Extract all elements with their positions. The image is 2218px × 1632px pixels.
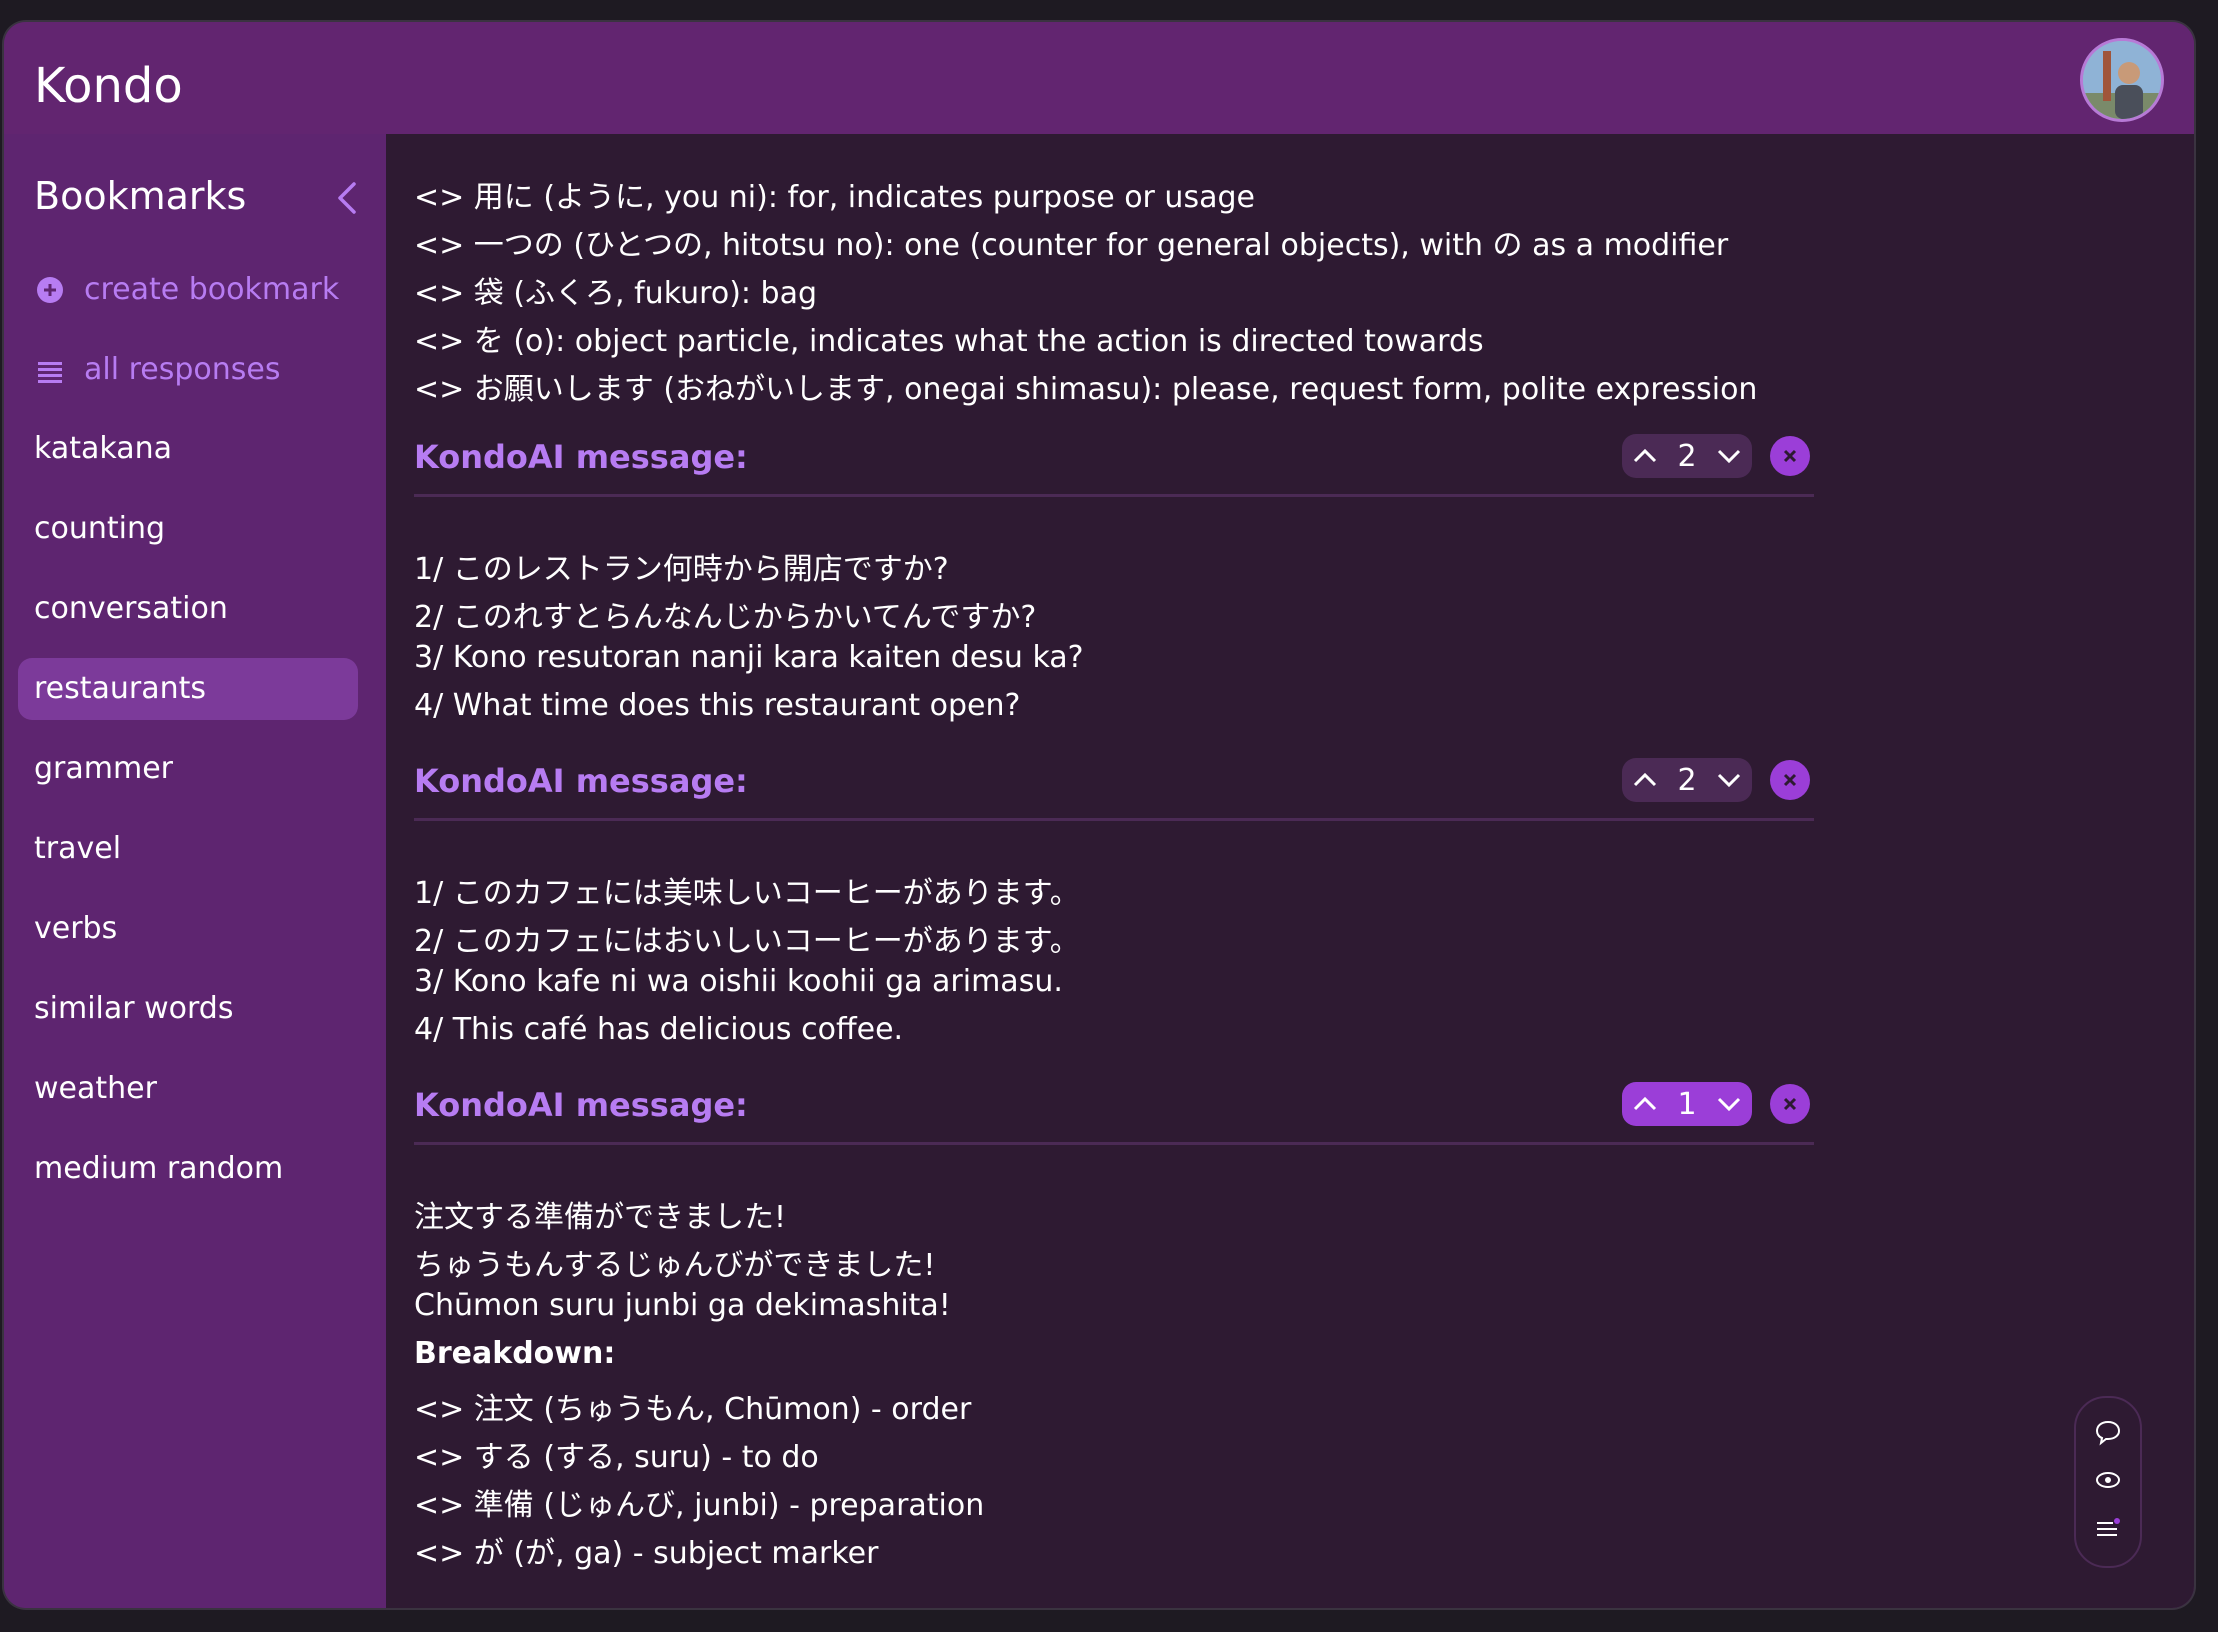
intro-line: <> を (o): object particle, indicates wha… [414,324,1484,359]
all-responses-button[interactable]: all responses [36,352,280,387]
vote-count: 2 [1677,438,1697,474]
plus-circle-icon [37,276,63,303]
sidebar-item-weather[interactable]: weather [18,1058,358,1120]
close-icon [1783,449,1797,463]
message-feed[interactable]: <> 用に (ように, you ni): for, indicates purp… [386,134,2194,1608]
app-title: Kondo [34,58,183,114]
sidebar-item-restaurants[interactable]: restaurants [18,658,358,720]
breakdown-line: <> する (する, suru) - to do [414,1440,819,1475]
message-line: 4/ This café has delicious coffee. [414,1012,904,1047]
message-title: KondoAI message: [414,1086,748,1124]
floating-toolbar [2074,1396,2142,1568]
chevron-left-icon[interactable] [332,178,362,218]
vote-control: 2 [1622,434,1752,478]
message-header: KondoAI message: 1 [414,1082,1814,1145]
sidebar-heading: Bookmarks [34,174,247,218]
sidebar-item-counting[interactable]: counting [18,498,358,560]
message-line: Chūmon suru junbi ga dekimashita! [414,1288,951,1323]
message-header: KondoAI message: 2 [414,758,1814,821]
intro-line: <> お願いします (おねがいします, onegai shimasu): ple… [414,372,1758,407]
list-settings-icon[interactable] [2094,1514,2122,1542]
chevron-up-icon[interactable] [1632,1094,1658,1114]
sidebar-item-katakana[interactable]: katakana [18,418,358,480]
message-line: 2/ このカフェにはおいしいコーヒーがあります。 [414,924,1080,959]
chevron-up-icon[interactable] [1632,446,1658,466]
sidebar: Bookmarks create bookmark all responses … [4,134,386,1608]
message-line: 1/ このレストラン何時から開店ですか? [414,552,949,587]
chevron-up-icon[interactable] [1632,770,1658,790]
chat-bubble-icon[interactable] [2094,1418,2122,1446]
message-title: KondoAI message: [414,762,748,800]
sidebar-item-similar-words[interactable]: similar words [18,978,358,1040]
message-line: 2/ このれすとらんなんじからかいてんですか? [414,600,1037,635]
sidebar-item-travel[interactable]: travel [18,818,358,880]
message-line: 注文する準備ができました! [414,1200,787,1235]
delete-message-button[interactable] [1770,436,1810,476]
message-line: 1/ このカフェには美味しいコーヒーがあります。 [414,876,1080,911]
all-responses-label: all responses [84,352,281,387]
vote-count: 1 [1677,1086,1697,1122]
create-bookmark-button[interactable]: create bookmark [36,272,339,307]
intro-line: <> 一つの (ひとつの, hitotsu no): one (counter … [414,228,1729,263]
vote-control: 2 [1622,758,1752,802]
message-title: KondoAI message: [414,438,748,476]
breakdown-line: <> 準備 (じゅんび, junbi) - preparation [414,1488,985,1523]
chevron-down-icon[interactable] [1716,1094,1742,1114]
breakdown-line: <> 注文 (ちゅうもん, Chūmon) - order [414,1392,972,1427]
vote-count: 2 [1677,762,1697,798]
intro-line: <> 用に (ように, you ni): for, indicates purp… [414,180,1255,215]
user-avatar[interactable] [2080,38,2164,122]
chevron-down-icon[interactable] [1716,770,1742,790]
message-line: 3/ Kono kafe ni wa oishii koohii ga arim… [414,964,1063,999]
delete-message-button[interactable] [1770,760,1810,800]
list-icon [38,361,62,383]
breakdown-line: <> が (が, ga) - subject marker [414,1536,879,1571]
close-icon [1783,1097,1797,1111]
message-header: KondoAI message: 2 [414,434,1814,497]
message-line: ちゅうもんするじゅんびができました! [414,1248,936,1283]
avatar-image [2083,41,2161,119]
chevron-down-icon[interactable] [1716,446,1742,466]
vote-control: 1 [1622,1082,1752,1126]
sidebar-item-conversation[interactable]: conversation [18,578,358,640]
sidebar-item-verbs[interactable]: verbs [18,898,358,960]
sidebar-item-grammer[interactable]: grammer [18,738,358,800]
eye-icon[interactable] [2094,1466,2122,1494]
app-window: Kondo Bookmarks create bookmark all resp… [4,22,2194,1608]
delete-message-button[interactable] [1770,1084,1810,1124]
sidebar-item-medium-random[interactable]: medium random [18,1138,358,1200]
close-icon [1783,773,1797,787]
top-bar: Kondo [4,22,2194,134]
create-bookmark-label: create bookmark [84,272,340,307]
message-line: 4/ What time does this restaurant open? [414,688,1021,723]
breakdown-heading: Breakdown: [414,1336,616,1371]
intro-line: <> 袋 (ふくろ, fukuro): bag [414,276,818,311]
message-line: 3/ Kono resutoran nanji kara kaiten desu… [414,640,1084,675]
